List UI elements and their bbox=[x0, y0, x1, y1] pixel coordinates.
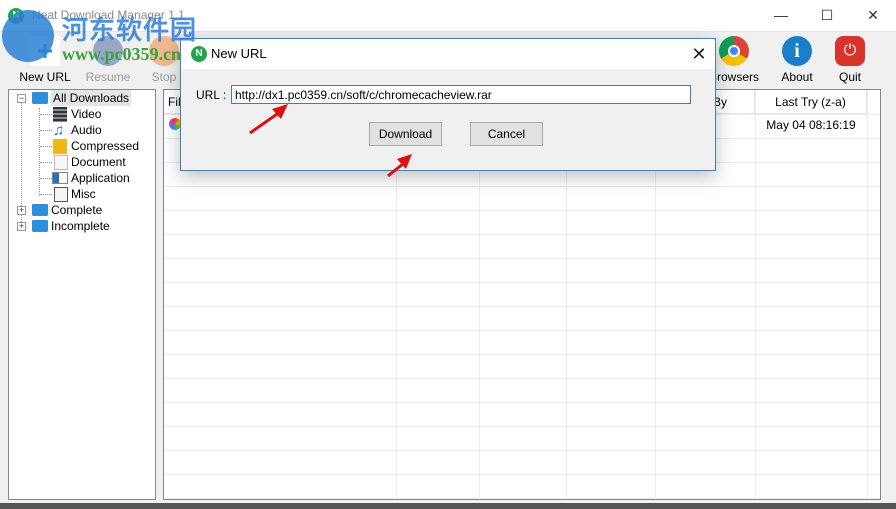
annotation-arrows bbox=[249, 104, 412, 178]
red-arrow-icon bbox=[249, 104, 288, 135]
red-arrow-icon bbox=[387, 154, 412, 178]
taskbar-strip bbox=[0, 503, 896, 509]
